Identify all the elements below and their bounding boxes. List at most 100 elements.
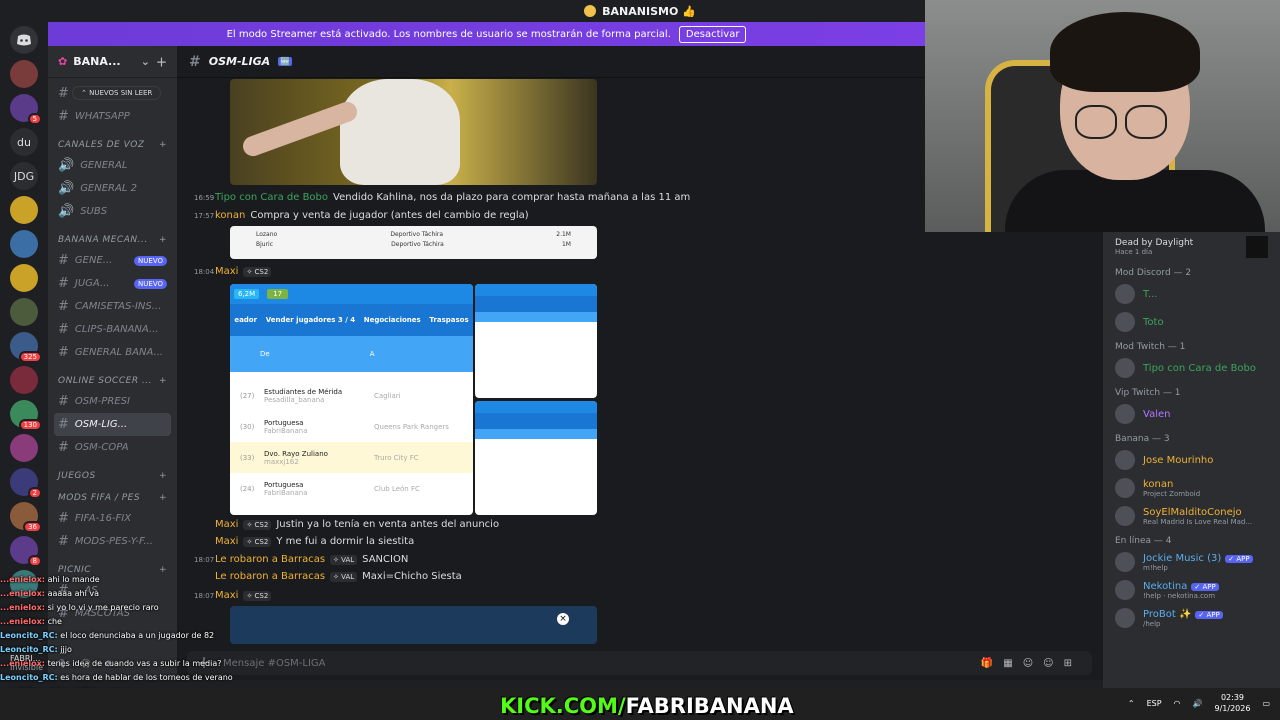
channel-category[interactable]: JUEGOS + — [58, 471, 167, 481]
server-icon[interactable] — [10, 434, 38, 462]
speaker-icon: 🔊 — [58, 181, 75, 196]
notification-icon[interactable]: ▭ — [1262, 699, 1270, 708]
clock[interactable]: 02:39 9/1/2026 — [1215, 692, 1251, 714]
member-item[interactable]: Jockie Music (3) ✓ APP m!help — [1115, 552, 1268, 572]
message-author[interactable]: Maxi — [215, 519, 238, 530]
discord-home-icon[interactable] — [10, 26, 38, 54]
language-indicator[interactable]: ESP — [1147, 699, 1162, 708]
strip-row: Bjuric Deportivo Táchira 1M — [256, 241, 571, 248]
osm-screenshot[interactable]: 6,2M 17 eador Vender jugadores 3 / 4 Negoc… — [230, 284, 473, 515]
server-icon[interactable]: 36 — [10, 502, 42, 533]
server-icon[interactable]: 325 — [10, 332, 42, 363]
channel-item[interactable]: # OSM-PRESI — [54, 390, 171, 413]
strip-player: Bjuric — [256, 241, 274, 248]
wifi-icon[interactable]: ◠ — [1174, 699, 1181, 708]
member-group-label: Mod Twitch — 1 — [1115, 342, 1186, 352]
message-author[interactable]: Tipo con Cara de Bobo — [215, 192, 328, 203]
chat-message[interactable]: 17:57 konan Compra y venta de jugador (ant… — [194, 210, 529, 221]
plus-icon[interactable]: + — [159, 140, 167, 150]
chevron-up-icon[interactable]: ⌃ — [1128, 699, 1135, 708]
plus-icon[interactable]: + — [159, 471, 167, 481]
message-timestamp: 18:07 — [194, 555, 215, 564]
message-author[interactable]: konan — [215, 210, 245, 221]
channel-category[interactable]: CANALES DE VOZ + — [58, 140, 167, 150]
channel-label: SUBS — [80, 206, 108, 217]
server-icon[interactable]: 5 — [10, 94, 42, 125]
chat-message[interactable]: 18:07 Le robaron a Barracas ✧ VAL SANCION — [194, 554, 408, 565]
chat-message[interactable]: 18:04 Maxi ✧ CS2 — [194, 266, 276, 277]
transfer-strip-image[interactable]: Lozano Deportivo Táchira 2.1M Bjuric Deporti… — [230, 226, 597, 259]
plus-icon[interactable]: + — [159, 565, 167, 575]
bottom-embed-image[interactable]: × — [230, 606, 597, 644]
channel-item[interactable]: # WHATSAPP — [54, 105, 171, 128]
plus-icon[interactable]: + — [159, 376, 167, 386]
osm-tab[interactable]: eador — [234, 316, 257, 324]
server-icon[interactable]: JDG — [10, 162, 38, 190]
osm-tab[interactable]: Vender jugadores 3 / 4 — [266, 316, 355, 324]
channel-category[interactable]: PICNIC + — [58, 565, 167, 575]
channel-category[interactable]: BANANA MECAN... + — [58, 235, 167, 245]
chat-message[interactable]: Maxi ✧ CS2 Justin ya lo tenía en venta ant… — [194, 519, 499, 530]
channel-item[interactable]: # CAMISETAS-INS... — [54, 295, 171, 318]
chat-message[interactable]: Maxi ✧ CS2 Y me fui a dormir la siestita — [194, 536, 414, 547]
player-photo[interactable] — [230, 79, 597, 185]
channel-category[interactable]: MODS FIFA / PES + — [58, 493, 167, 503]
channel-category[interactable]: ONLINE SOCCER ... + — [58, 376, 167, 386]
member-item[interactable]: Nekotina ✓ APP !help · nekotina.com — [1115, 580, 1268, 600]
channel-item[interactable]: # OSM-LIG... — [54, 413, 171, 436]
message-author[interactable]: Maxi — [215, 266, 238, 277]
message-composer[interactable]: ＋ Mensaje #OSM-LIGA 🎁▦☺☺⊞ — [187, 651, 1092, 675]
plus-icon[interactable]: + — [159, 493, 167, 503]
member-item[interactable]: Tipo con Cara de Bobo — [1115, 358, 1268, 378]
server-icon[interactable]: 2 — [10, 468, 42, 499]
channel-item[interactable]: # GENE... NUEVO — [54, 249, 171, 272]
channel-item[interactable]: # JUGA... NUEVO — [54, 272, 171, 295]
chevron-down-icon[interactable]: ⌄ — [141, 55, 150, 68]
channel-item[interactable]: 🔊 GENERAL — [54, 154, 171, 177]
channel-item[interactable]: # OSM-COPA — [54, 436, 171, 459]
osm-row-club: Estudiantes de Mérida — [264, 387, 343, 396]
osm-tab[interactable]: Negociaciones — [364, 316, 421, 324]
server-icon[interactable]: 8 — [10, 536, 42, 567]
plus-icon[interactable]: + — [159, 235, 167, 245]
activity-card[interactable]: Dead by Daylight Hace 1 día — [1115, 236, 1268, 258]
member-item[interactable]: SoyElMalditoConejo Real Madrid Is Love Re… — [1115, 506, 1268, 526]
member-item[interactable]: Valen — [1115, 404, 1268, 424]
unread-pill[interactable]: ⌃ NUEVOS SIN LEER — [72, 86, 162, 100]
server-icon[interactable] — [10, 264, 38, 292]
volume-icon[interactable]: 🔊 — [1193, 699, 1203, 708]
channel-item[interactable]: 🔊 SUBS — [54, 200, 171, 223]
disable-streamer-button[interactable]: Desactivar — [678, 25, 747, 43]
member-item[interactable]: Jose Mourinho — [1115, 450, 1268, 470]
close-icon[interactable]: × — [557, 613, 569, 625]
channel-item[interactable]: # FIFA-16-FIX — [54, 507, 171, 530]
server-icon[interactable]: du — [10, 128, 38, 156]
channel-item[interactable]: # MODS-PES-Y-F... — [54, 530, 171, 553]
microphone-icon[interactable]: 🎙 — [57, 659, 67, 668]
settings-icon[interactable]: ⚙ — [105, 659, 112, 668]
member-item[interactable]: T... — [1115, 284, 1268, 304]
message-author[interactable]: Le robaron a Barracas — [215, 554, 325, 565]
server-icon[interactable]: 130 — [10, 400, 42, 431]
server-icon[interactable] — [10, 230, 38, 258]
member-item[interactable]: konan Project Zomboid — [1115, 478, 1268, 498]
guild-header[interactable]: ✿ BANA... ⌄ ＋ — [48, 46, 177, 78]
channel-item[interactable]: # GENERAL BANA... — [54, 341, 171, 364]
message-timestamp: 17:57 — [194, 211, 215, 220]
invite-icon[interactable]: ＋ — [156, 54, 167, 70]
osm-thumb-2[interactable] — [475, 401, 597, 515]
osm-thumb-1[interactable] — [475, 284, 597, 398]
server-icon[interactable] — [10, 298, 38, 326]
message-author[interactable]: Maxi — [215, 536, 238, 547]
member-item[interactable]: Toto — [1115, 312, 1268, 332]
composer-tools-icon[interactable]: 🎁▦☺☺⊞ — [981, 658, 1082, 669]
osm-tab[interactable]: Traspasos — [429, 316, 468, 324]
server-icon[interactable] — [10, 366, 38, 394]
chat-message[interactable]: 16:59 Tipo con Cara de Bobo Vendido Kahlin… — [194, 192, 690, 203]
channel-item[interactable]: 🔊 GENERAL 2 — [54, 177, 171, 200]
channel-item[interactable]: # CLIPS-BANANA... — [54, 318, 171, 341]
server-icon[interactable] — [10, 196, 38, 224]
member-item[interactable]: ProBot ✨ ✓ APP/help — [1115, 608, 1268, 628]
server-icon[interactable] — [10, 60, 38, 88]
headset-icon[interactable]: 🎧 — [81, 659, 91, 668]
